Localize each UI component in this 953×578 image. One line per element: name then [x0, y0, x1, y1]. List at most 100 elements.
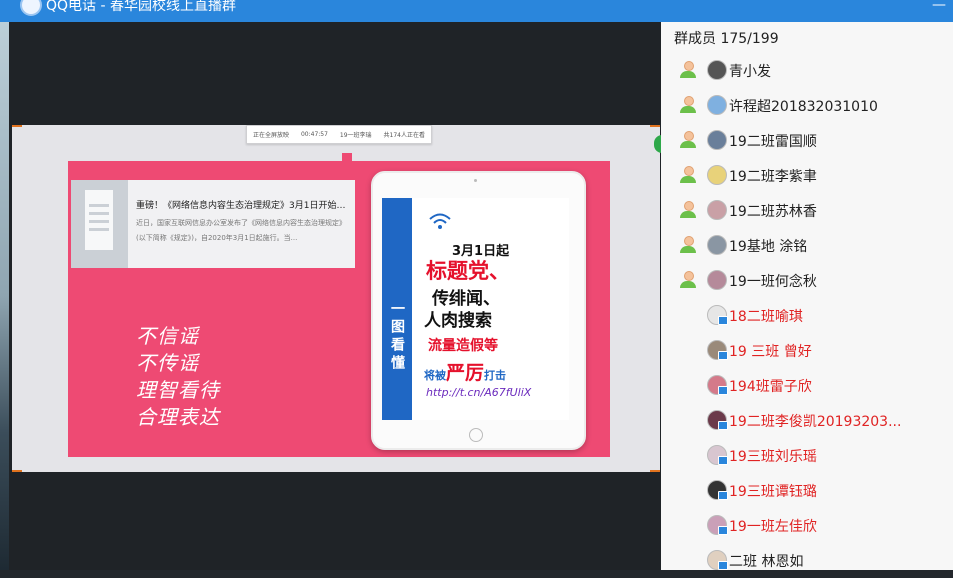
- phone-device-icon: [718, 421, 728, 430]
- member-row[interactable]: 许程超201832031010: [661, 88, 953, 123]
- member-row[interactable]: 19二班苏林香: [661, 193, 953, 228]
- member-row[interactable]: 19三班刘乐瑶: [661, 438, 953, 473]
- avatar: [707, 95, 727, 115]
- member-person-icon: [679, 271, 697, 289]
- frame-corner: [650, 125, 660, 127]
- avatar: [707, 165, 727, 185]
- article-title: 重磅！《网络信息内容生态治理规定》3月1日开始施...: [136, 201, 348, 211]
- member-name: 19二班苏林香: [729, 204, 817, 220]
- poster-line: 人肉搜索: [424, 311, 492, 331]
- member-row[interactable]: 19三班谭钰璐: [661, 473, 953, 508]
- member-row[interactable]: 19一班左佳欣: [661, 508, 953, 543]
- member-name: 19一班何念秋: [729, 274, 817, 290]
- member-person-icon: [679, 131, 697, 149]
- member-row[interactable]: 194班雷子欣: [661, 368, 953, 403]
- member-name: 19 三班 曾好: [729, 344, 812, 360]
- poster-line: 将被严厉打击: [424, 362, 507, 384]
- frame-corner: [12, 470, 22, 472]
- avatar: [707, 235, 727, 255]
- avatar: [707, 200, 727, 220]
- poster-line: 标题党、: [426, 259, 510, 283]
- phone-device-icon: [718, 316, 728, 325]
- member-row[interactable]: 19一班何念秋: [661, 263, 953, 298]
- video-area[interactable]: 正在全屏放映 00:47:57 19一班李瑞 共174人正在看 重磅！《网络信息…: [9, 22, 664, 570]
- member-name: 18二班喻琪: [729, 309, 803, 325]
- member-person-icon: [679, 96, 697, 114]
- shared-screen: 正在全屏放映 00:47:57 19一班李瑞 共174人正在看 重磅！《网络信息…: [12, 125, 660, 472]
- frame-corner: [12, 125, 22, 127]
- handwritten-slogan: 不信谣 不传谣 理智看待 合理表达: [136, 323, 220, 431]
- member-name: 二班 林恩如: [729, 554, 804, 570]
- member-row[interactable]: 二班 林恩如: [661, 543, 953, 578]
- poster-fold: [342, 153, 352, 161]
- tablet-screen: 一图看懂 3月1日起 标题党、 传绯闻、 人肉搜索 流量造假等 将被严厉打击 h…: [382, 198, 569, 420]
- banner-text: 一图看懂: [389, 300, 405, 373]
- member-person-icon: [679, 236, 697, 254]
- frame-corner: [650, 470, 660, 472]
- article-card: 重磅！《网络信息内容生态治理规定》3月1日开始施... 近日，国家互联网信息办公…: [71, 180, 355, 268]
- minimize-button[interactable]: —: [929, 0, 949, 14]
- member-row[interactable]: 青小发: [661, 53, 953, 88]
- slogan-line: 合理表达: [136, 405, 220, 429]
- avatar: [707, 445, 728, 465]
- member-row[interactable]: 18二班喻琪: [661, 298, 953, 333]
- desktop-background: [0, 22, 9, 570]
- window-title: QQ电话 - 春华园校线上直播群: [46, 0, 236, 14]
- document-icon: [85, 190, 113, 250]
- member-name: 19基地 涂铭: [729, 239, 808, 255]
- member-row[interactable]: 19二班李俊凯20193203...: [661, 403, 953, 438]
- avatar: [707, 375, 728, 395]
- phone-device-icon: [718, 351, 728, 360]
- avatar: [707, 270, 727, 290]
- member-name: 19三班刘乐瑶: [729, 449, 817, 465]
- slogan-line: 不信谣: [136, 324, 199, 348]
- member-name: 19三班谭钰璐: [729, 484, 817, 500]
- member-name: 19二班李俊凯20193203...: [729, 414, 902, 430]
- slogan-line: 不传谣: [136, 351, 199, 375]
- member-person-icon: [679, 201, 697, 219]
- avatar: [707, 480, 728, 500]
- member-name: 青小发: [729, 64, 771, 80]
- avatar: [707, 410, 728, 430]
- poster-line: 流量造假等: [428, 338, 498, 354]
- screen-share-info-bar: 正在全屏放映 00:47:57 19一班李瑞 共174人正在看: [246, 125, 432, 144]
- slogan-line: 理智看待: [136, 378, 220, 402]
- tablet-home-button: [469, 428, 483, 442]
- member-row[interactable]: 19二班李紫聿: [661, 158, 953, 193]
- share-viewers: 共174人正在看: [383, 132, 425, 139]
- member-row[interactable]: 19二班雷国顺: [661, 123, 953, 158]
- member-row[interactable]: 19基地 涂铭: [661, 228, 953, 263]
- share-presenter: 19一班李瑞: [339, 132, 372, 139]
- member-name: 194班雷子欣: [729, 379, 812, 395]
- member-name: 许程超201832031010: [729, 99, 878, 115]
- avatar: [707, 60, 727, 80]
- phone-device-icon: [718, 491, 728, 500]
- wifi-logo-icon: [428, 212, 452, 235]
- avatar: [707, 550, 728, 570]
- phone-device-icon: [718, 561, 728, 570]
- article-summary: 近日，国家互联网信息办公室发布了《网络信息内容生态治理规定》(以下简称《规定》)…: [136, 219, 346, 242]
- phone-device-icon: [718, 386, 728, 395]
- member-person-icon: [679, 166, 697, 184]
- share-status: 正在全屏放映: [252, 132, 289, 139]
- avatar: [707, 515, 728, 535]
- tablet-camera: [474, 179, 477, 182]
- member-count: 群成员 175/199: [674, 31, 779, 47]
- article-thumbnail: [71, 180, 128, 268]
- member-name: 19二班雷国顺: [729, 134, 817, 150]
- qq-logo-icon: [20, 0, 42, 16]
- member-panel: 群成员 175/199 青小发许程超201832031010 19二班雷国顺 19二…: [661, 22, 953, 570]
- vertical-banner: 一图看懂: [382, 198, 412, 420]
- member-list: 青小发许程超201832031010 19二班雷国顺 19二班李紫聿 19二班苏林香 1…: [661, 53, 953, 578]
- avatar: [707, 130, 727, 150]
- member-row[interactable]: 19 三班 曾好: [661, 333, 953, 368]
- infographic-poster: 3月1日起 标题党、 传绯闻、 人肉搜索 流量造假等 将被严厉打击 http:/…: [418, 198, 569, 420]
- phone-device-icon: [718, 456, 728, 465]
- member-name: 19一班左佳欣: [729, 519, 817, 535]
- member-name: 19二班李紫聿: [729, 169, 817, 185]
- poster-url: http://t.cn/A67fUliX: [426, 386, 532, 399]
- avatar: [707, 340, 728, 360]
- tablet-frame: 一图看懂 3月1日起 标题党、 传绯闻、 人肉搜索 流量造假等 将被严厉打击 h…: [371, 171, 586, 450]
- member-person-icon: [679, 61, 697, 79]
- phone-device-icon: [718, 526, 728, 535]
